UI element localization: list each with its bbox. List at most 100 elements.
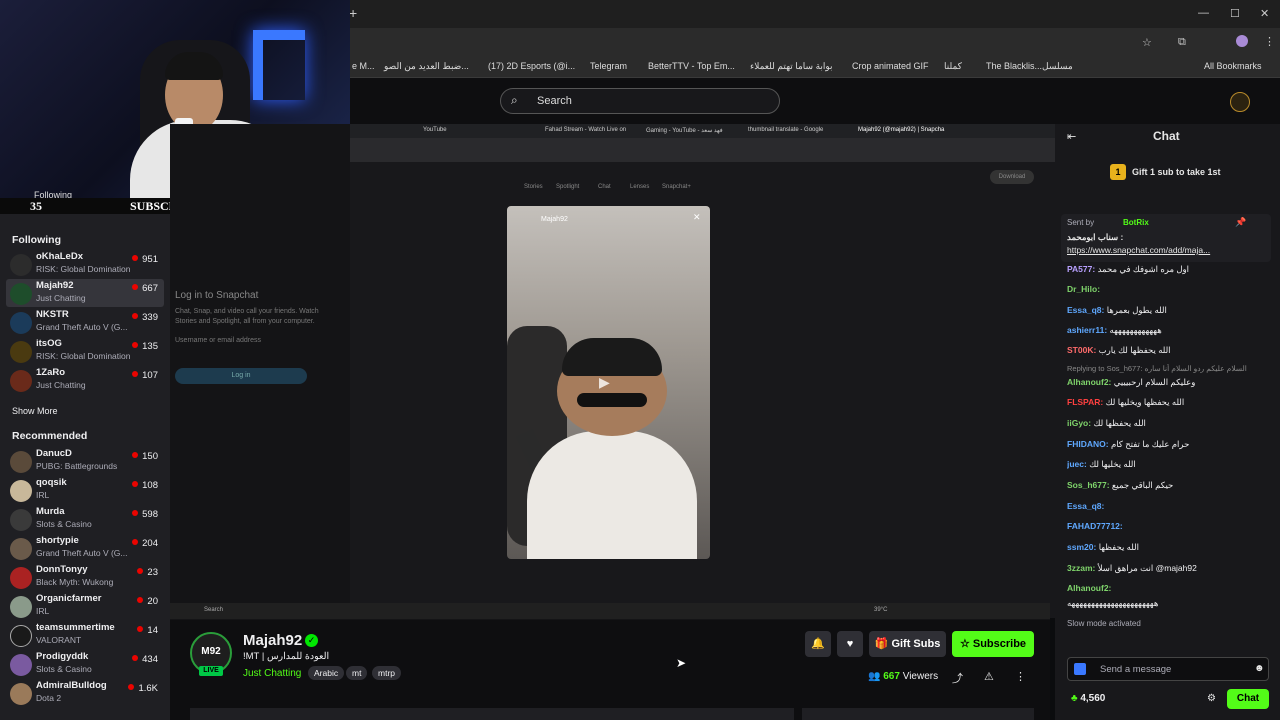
snap-nav-item: Stories [524,184,543,190]
story-user: Majah92 [541,216,568,223]
chat-input[interactable]: Send a message ☻ [1067,657,1269,681]
points-value: 4,560 [1080,693,1106,704]
bookmark-item[interactable]: Telegram [590,61,627,71]
login-text: Chat, Snap, and video call your friends.… [175,308,319,325]
sidebar-channel[interactable]: NKSTR Grand Theft Auto V (G... 339 [6,308,164,336]
subscribe-button[interactable]: ☆ Subscribe [952,631,1034,657]
browser-menu-icon[interactable]: ⋮ [1264,35,1275,48]
chat-settings-icon[interactable]: ⚙ [1207,693,1216,704]
new-tab-button[interactable]: + [349,5,357,21]
sidebar-channel[interactable]: itsOG RISK: Global Domination 135 [6,337,164,365]
login-title: Log in to Snapchat [175,290,259,301]
chat-message: Essa_q8: [1067,501,1105,511]
taskbar-temp: 39°C [874,607,888,613]
chat-message: FLSPAR: الله يحفظها ويخليها لك [1067,397,1185,407]
snap-nav-item: Spotlight [556,184,580,190]
chat-message: Essa_q8: الله يطول بعمرها [1067,305,1167,315]
chat-send-button[interactable]: Chat [1227,689,1269,709]
sidebar-channel[interactable]: qoqsik IRL 108 [6,476,164,504]
collapse-chat-icon[interactable]: ⇤ [1067,130,1076,143]
stream-category[interactable]: Just Chatting [243,668,301,679]
user-avatar[interactable] [1230,92,1250,112]
gift-subs-label: Gift Subs [891,638,941,650]
chat-message: ashierr11: ههههههههههههه [1067,325,1162,335]
sidebar-channel[interactable]: Prodigyddk Slots & Casino 434 [6,650,164,678]
viewer-label: Viewers [902,671,939,682]
following-title: Following [12,234,61,246]
sidebar-channel[interactable]: oKhaLeDx RISK: Global Domination 951 [6,250,164,278]
download-button: Download [990,170,1034,184]
bookmark-star-icon[interactable]: ☆ [1142,36,1152,49]
stream-tag[interactable]: mt [346,666,368,680]
channel-name[interactable]: Majah92 [243,632,302,649]
chat-message: ST00K: الله يحفظها لك يارب [1067,345,1171,355]
bookmark-item[interactable]: The Blacklis...مسلسل [986,61,1073,72]
chat-message: iiGyo: الله يحفظها لك [1067,418,1146,428]
sidebar-channel[interactable]: Murda Slots & Casino 598 [6,505,164,533]
bookmark-item[interactable]: Crop animated GIF [852,61,929,71]
notification-bell-icon[interactable]: 🔔 [805,631,831,657]
viewer-count: 👥 667 Viewers [868,671,938,682]
captured-address-bar [350,138,1055,162]
sidebar-channel[interactable]: Organicfarmer IRL 20 [6,592,164,620]
close-window-button[interactable]: ✕ [1260,7,1269,20]
stream-tag[interactable]: Arabic [308,666,345,680]
channel-points[interactable]: ♣ 4,560 [1071,693,1105,704]
pinned-message[interactable]: Sent by BotRix سناب ابومحمد : https://ww… [1061,214,1271,262]
snapchat-login-panel: Log in to Snapchat Chat, Snap, and video… [175,290,320,500]
more-icon[interactable]: ⋮ [1015,670,1026,683]
taskbar-search: Search [204,607,224,613]
profile-avatar[interactable] [1236,35,1248,47]
subscribe-label: Subscribe [972,638,1027,650]
emote-picker-icon[interactable]: ☻ [1254,663,1265,674]
bookmark-item[interactable]: ضبط العديد من الصو... [384,61,469,72]
chat-input-placeholder: Send a message [1100,664,1172,675]
captured-tab: thumbnail translate - Google [748,127,824,133]
snapchat-nav: Stories Spotlight Chat Lenses Snapchat+ [500,166,700,194]
bookmark-item[interactable]: BetterTTV - Top Em... [648,61,735,71]
captured-tab: Gaming - YouTube - فهد سعد [646,128,723,134]
gift-subs-button[interactable]: 🎁 Gift Subs [869,631,946,657]
share-icon[interactable]: ⤴ [952,670,963,686]
sidebar-channel[interactable]: DanucD PUBG: Battlegrounds 150 [6,447,164,475]
play-icon: ▶ [599,374,610,390]
chat-message: ههههههههههههههههههههههه [1067,598,1159,608]
search-input[interactable]: ⌕ Search [500,88,780,114]
follow-heart-icon[interactable]: ♥ [837,631,863,657]
avatar [10,370,32,392]
avatar [10,480,32,502]
chat-panel: ⇤ Chat 1 Gift 1 sub to take 1st Sent by B… [1055,124,1280,720]
show-more-link[interactable]: Show More [12,406,58,416]
pinned-link[interactable]: https://www.snapchat.com/add/maja... [1067,245,1210,255]
avatar [10,254,32,276]
stream-tag[interactable]: mtrp [372,666,401,680]
sidebar-channel[interactable]: shortypie Grand Theft Auto V (G... 204 [6,534,164,562]
extensions-icon[interactable]: ⧉ [1178,36,1186,49]
maximize-button[interactable]: ☐ [1230,7,1240,20]
sidebar-channel[interactable]: AdmiralBulldog Dota 2 1.6K [6,679,164,707]
gift-banner-label: Gift 1 sub to take 1st [1132,167,1221,177]
sidebar-channel[interactable]: DonnTonyy Black Myth: Wukong 23 [6,563,164,591]
captured-taskbar: Search 39°C [170,603,1050,619]
bookmark-item[interactable]: (17) 2D Esports (@i... [488,61,575,71]
chat-message: PA577: اول مره اشوفك في محمد [1067,264,1190,274]
points-icon: ♣ [1071,693,1081,704]
bookmark-item[interactable]: كملنا [944,61,962,72]
emote-bar[interactable] [1069,634,1259,648]
snap-nav-item: Lenses [630,184,650,190]
about-panel-side [802,708,1034,720]
bookmark-item[interactable]: e M... [352,61,375,71]
sidebar-channel[interactable]: teamsummertime VALORANT 14 [6,621,164,649]
chat-message: FHIDANO: حرام عليك ما تفتح كام [1067,439,1190,449]
snapchat-story-video: Majah92 ✕ ▶ [507,206,710,559]
all-bookmarks[interactable]: All Bookmarks [1204,61,1262,71]
bookmark-item[interactable]: بوابة ساما تهتم للعملاء [750,61,833,72]
gift-banner[interactable]: 1 Gift 1 sub to take 1st [1110,164,1260,180]
minimize-button[interactable]: — [1198,7,1209,19]
sidebar-channel[interactable]: 1ZaRo Just Chatting 107 [6,366,164,394]
search-placeholder: Search [537,95,572,107]
chat-identity-icon[interactable] [1074,663,1086,675]
sidebar-channel-selected[interactable]: Majah92 Just Chatting 667 [6,279,164,307]
avatar [10,341,32,363]
report-icon[interactable]: ⚠ [984,670,994,683]
